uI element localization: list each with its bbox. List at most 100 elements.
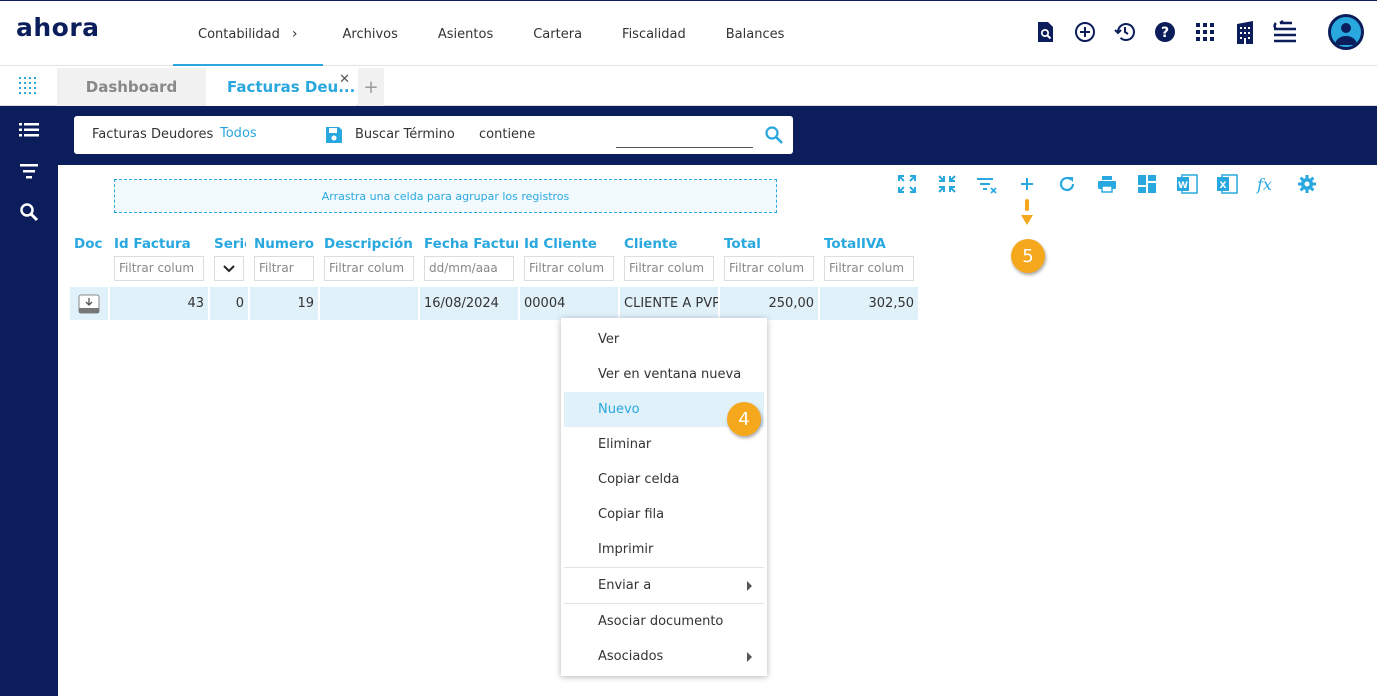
submenu-arrow-icon (747, 652, 752, 662)
cell-total[interactable]: 250,00 (720, 287, 818, 320)
filter-id-cliente[interactable]: Filtrar colum (524, 256, 614, 281)
group-by-panel[interactable]: Arrastra una celda para agrupar los regi… (114, 179, 777, 213)
menu-item-copiar-celda[interactable]: Copiar celda (564, 462, 764, 497)
column-header-id-cliente[interactable]: Id Cliente (524, 236, 618, 254)
cell-numero[interactable]: 19 (250, 287, 318, 320)
filter-icon[interactable] (19, 161, 39, 181)
list-icon[interactable] (19, 120, 39, 140)
close-icon[interactable]: ✕ (339, 72, 350, 87)
menu-item-ver-ventana-nueva[interactable]: Ver en ventana nueva (564, 357, 764, 392)
tab-label: Facturas Deu... (227, 78, 356, 96)
filter-numero[interactable]: Filtrar (254, 256, 314, 281)
search-input[interactable] (616, 124, 753, 148)
filter-serie-dropdown[interactable] (214, 256, 244, 281)
nav-label: Archivos (342, 26, 398, 42)
building-icon[interactable] (1232, 19, 1258, 45)
refresh-icon[interactable] (1056, 173, 1078, 195)
document-search-icon[interactable] (1032, 19, 1058, 45)
column-header-total[interactable]: Total (724, 236, 818, 254)
nav-cartera[interactable]: Cartera (513, 1, 602, 67)
menu-item-label: Ver (598, 332, 620, 347)
column-header-descripcion[interactable]: Descripción Fact (324, 236, 418, 254)
settings-icon[interactable] (1296, 173, 1318, 195)
cell-fecha[interactable]: 16/08/2024 (420, 287, 518, 320)
add-icon[interactable] (1016, 173, 1038, 195)
main-nav: Contabilidad › Archivos Asientos Cartera… (173, 1, 804, 67)
nav-label: Fiscalidad (622, 26, 686, 42)
clear-filter-icon[interactable] (976, 173, 998, 195)
excel-icon[interactable]: X (1216, 173, 1238, 195)
cell-id-cliente[interactable]: 00004 (520, 287, 618, 320)
menu-item-asociar-documento[interactable]: Asociar documento (564, 604, 764, 639)
save-icon[interactable] (325, 126, 343, 144)
help-icon[interactable]: ? (1152, 19, 1178, 45)
nav-asientos[interactable]: Asientos (418, 1, 513, 67)
history-icon[interactable] (1112, 19, 1138, 45)
layout-icon[interactable] (1136, 173, 1158, 195)
view-label: Facturas Deudores (92, 127, 214, 142)
print-icon[interactable] (1096, 173, 1118, 195)
operator-selector[interactable]: contiene (479, 127, 535, 142)
menu-item-imprimir[interactable]: Imprimir (564, 532, 764, 567)
column-header-serie[interactable]: Serie (214, 236, 246, 254)
collapse-icon[interactable] (936, 173, 958, 195)
word-icon[interactable]: W (1176, 173, 1198, 195)
menu-item-copiar-fila[interactable]: Copiar fila (564, 497, 764, 532)
nav-balances[interactable]: Balances (706, 1, 805, 67)
cell-totaliva[interactable]: 302,50 (820, 287, 918, 320)
filter-cliente[interactable]: Filtrar colum (624, 256, 714, 281)
context-menu: Ver Ver en ventana nueva Nuevo Eliminar … (561, 318, 767, 676)
user-avatar[interactable] (1328, 14, 1364, 50)
menu-item-label: Asociar documento (598, 614, 724, 629)
column-header-cliente[interactable]: Cliente (624, 236, 718, 254)
cell-serie[interactable]: 0 (210, 287, 248, 320)
search-field-selector[interactable]: Buscar Término (355, 127, 455, 142)
doc-cell[interactable] (70, 287, 108, 320)
column-header-doc[interactable]: Doc (74, 236, 104, 254)
menu-item-enviar-a[interactable]: Enviar a (564, 568, 764, 603)
column-header-id-factura[interactable]: Id Factura (114, 236, 206, 254)
apps-grid-icon[interactable] (1192, 19, 1218, 45)
app-logo[interactable]: ahora (16, 13, 100, 42)
scope-selector[interactable]: Todos (220, 126, 257, 141)
menu-item-label: Copiar fila (598, 507, 665, 522)
filter-fecha[interactable]: dd/mm/aaa (424, 256, 514, 281)
menu-item-label: Eliminar (598, 437, 652, 452)
top-icons: ? (1032, 19, 1312, 45)
expand-icon[interactable] (896, 173, 918, 195)
svg-text:W: W (1178, 181, 1188, 191)
tab-dashboard[interactable]: Dashboard (57, 68, 206, 106)
cell-descripcion[interactable] (320, 287, 418, 320)
chevron-down-icon (223, 264, 235, 272)
column-header-fecha[interactable]: Fecha Factura (424, 236, 518, 254)
nav-archivos[interactable]: Archivos (323, 1, 418, 67)
menu-item-ver[interactable]: Ver (564, 322, 764, 357)
download-doc-icon[interactable] (78, 294, 100, 314)
swap-settings-icon[interactable] (1272, 19, 1298, 45)
search-icon[interactable] (764, 125, 784, 145)
tab-facturas-deudores[interactable]: Facturas Deu... ✕ (206, 68, 356, 106)
filter-descripcion[interactable]: Filtrar colum (324, 256, 414, 281)
dots-grid-icon[interactable] (18, 76, 38, 96)
tab-label: Dashboard (85, 78, 178, 96)
cell-id-factura[interactable]: 43 (110, 287, 208, 320)
chevron-right-icon: › (291, 26, 298, 42)
arrow-down-icon (1020, 197, 1034, 233)
add-circle-icon[interactable] (1072, 19, 1098, 45)
cell-cliente[interactable]: CLIENTE A PVP (620, 287, 718, 320)
add-tab-button[interactable]: + (358, 68, 384, 106)
filter-totaliva[interactable]: Filtrar colum (824, 256, 914, 281)
filter-id-factura[interactable]: Filtrar colum (114, 256, 204, 281)
column-header-numero[interactable]: Numero Fa (254, 236, 318, 254)
filter-total[interactable]: Filtrar colum (724, 256, 814, 281)
grid-toolbar: W X fx (896, 173, 1336, 195)
menu-item-asociados[interactable]: Asociados (564, 639, 764, 674)
formula-icon[interactable]: fx (1256, 173, 1278, 195)
menu-item-label: Enviar a (598, 578, 652, 593)
nav-fiscalidad[interactable]: Fiscalidad (602, 1, 706, 67)
menu-item-label: Ver en ventana nueva (598, 367, 742, 382)
nav-contabilidad[interactable]: Contabilidad › (173, 1, 323, 67)
menu-item-label: Nuevo (598, 402, 640, 417)
search-icon[interactable] (19, 202, 39, 222)
column-header-totaliva[interactable]: TotalIVA (824, 236, 918, 254)
